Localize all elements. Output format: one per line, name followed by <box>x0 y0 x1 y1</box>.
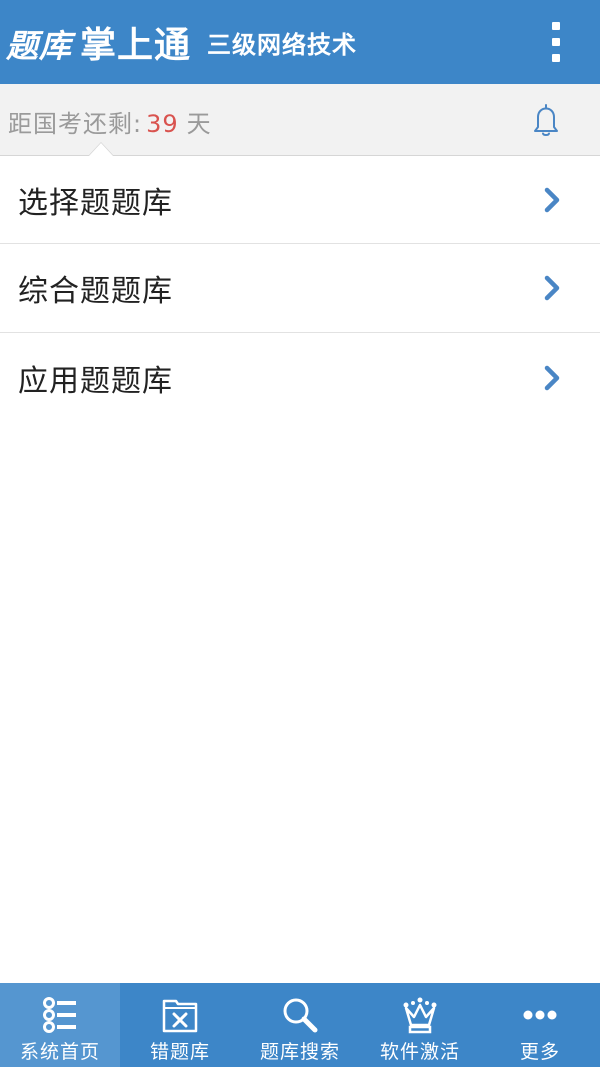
logo-main-text: 掌上通 <box>80 24 192 66</box>
countdown-days: 39 <box>146 110 179 138</box>
nav-wrong-questions[interactable]: 错题库 <box>120 983 240 1067</box>
bottom-nav: 系统首页 错题库 题库搜索 软件激活 更多 <box>0 983 600 1067</box>
countdown-label: 距国考还剩: <box>8 110 143 138</box>
list-item-label: 综合题题库 <box>18 274 173 309</box>
list-item-comprehensive-questions[interactable]: 综合题题库 <box>0 244 600 333</box>
app-header: 题库 掌上通 三级网络技术 <box>0 0 600 84</box>
nav-label: 更多 <box>519 1041 560 1063</box>
more-vertical-icon[interactable] <box>548 22 564 62</box>
nav-label: 系统首页 <box>19 1041 100 1063</box>
app-logo: 题库 掌上通 <box>6 16 191 68</box>
app-root: 题库 掌上通 三级网络技术 距国考还剩: 39 天 选择题题库 综合题题库 应用… <box>0 0 600 1067</box>
list-item-label: 选择题题库 <box>18 185 173 221</box>
nav-home[interactable]: 系统首页 <box>0 983 120 1067</box>
wrong-questions-icon <box>162 999 198 1033</box>
question-bank-list: 选择题题库 综合题题库 应用题题库 <box>0 156 600 422</box>
countdown-unit: 天 <box>186 110 212 138</box>
bell-icon[interactable] <box>526 100 566 140</box>
nav-more[interactable]: 更多 <box>480 983 600 1067</box>
chevron-right-icon <box>544 187 560 212</box>
nav-search[interactable]: 题库搜索 <box>240 983 360 1067</box>
exam-countdown-bar: 距国考还剩: 39 天 <box>0 84 600 156</box>
exam-subject-title: 三级网络技术 <box>207 30 358 59</box>
nav-activate[interactable]: 软件激活 <box>360 983 480 1067</box>
nav-label: 题库搜索 <box>259 1041 340 1063</box>
list-item-label: 应用题题库 <box>18 363 173 399</box>
chevron-right-icon <box>544 365 560 390</box>
nav-label: 错题库 <box>149 1041 210 1063</box>
list-item-choice-questions[interactable]: 选择题题库 <box>0 156 600 244</box>
more-horizontal-icon <box>523 1010 557 1020</box>
logo-script-text: 题库 <box>6 27 73 65</box>
list-item-application-questions[interactable]: 应用题题库 <box>0 333 600 422</box>
nav-label: 软件激活 <box>379 1041 460 1063</box>
home-list-icon <box>43 997 76 1033</box>
countdown-notch-inner <box>89 143 113 156</box>
search-icon <box>283 998 318 1033</box>
chevron-right-icon <box>544 275 560 301</box>
crown-icon <box>403 997 437 1034</box>
countdown-text: 距国考还剩: 39 天 <box>8 104 212 139</box>
